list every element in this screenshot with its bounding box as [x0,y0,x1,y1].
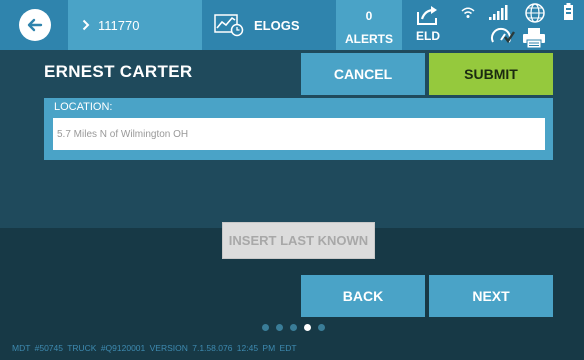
signal-bars-icon [489,5,508,20]
globe-icon [525,3,545,23]
elogs-chart-icon [214,14,244,37]
chevron-right-icon [82,19,90,31]
page-dot-active [304,324,311,331]
wifi-icon [461,7,475,18]
alerts-tab[interactable]: 0 ALERTS [336,0,402,50]
cancel-button[interactable]: CANCEL [301,53,425,95]
eld-tab[interactable]: ELD [402,0,454,50]
top-bar: 111770 ELOGS 0 ALERTS ELD [0,0,584,50]
share-arrow-icon [417,6,437,25]
status-area [454,0,584,50]
truck-id: 111770 [98,17,140,33]
back-nav-cell[interactable] [0,0,68,50]
printer-icon [523,28,545,49]
page-dot [290,324,297,331]
driver-name: ERNEST CARTER [44,62,193,81]
back-arrow-icon [27,18,43,32]
elogs-tab[interactable]: ELOGS [202,0,336,50]
alerts-label: ALERTS [345,32,393,46]
battery-icon [564,3,573,20]
back-nav-button[interactable]: BACK [301,275,425,317]
page-dot [276,324,283,331]
insert-last-known-button[interactable]: INSERT LAST KNOWN [222,222,375,259]
location-input[interactable] [53,118,545,150]
page-indicator [262,324,325,331]
alerts-count: 0 [365,9,373,23]
next-nav-button[interactable]: NEXT [429,275,553,317]
submit-button[interactable]: SUBMIT [429,53,553,95]
page-dot [262,324,269,331]
elogs-label: ELOGS [254,17,300,33]
location-label: LOCATION: [54,101,113,113]
eld-label: ELD [416,29,440,43]
status-footer: MDT #50745 TRUCK #Q9120001 VERSION 7.1.5… [12,343,297,353]
gauge-check-icon [491,27,515,44]
back-button[interactable] [19,9,51,41]
page-dot [318,324,325,331]
truck-selector[interactable]: 111770 [68,0,202,50]
